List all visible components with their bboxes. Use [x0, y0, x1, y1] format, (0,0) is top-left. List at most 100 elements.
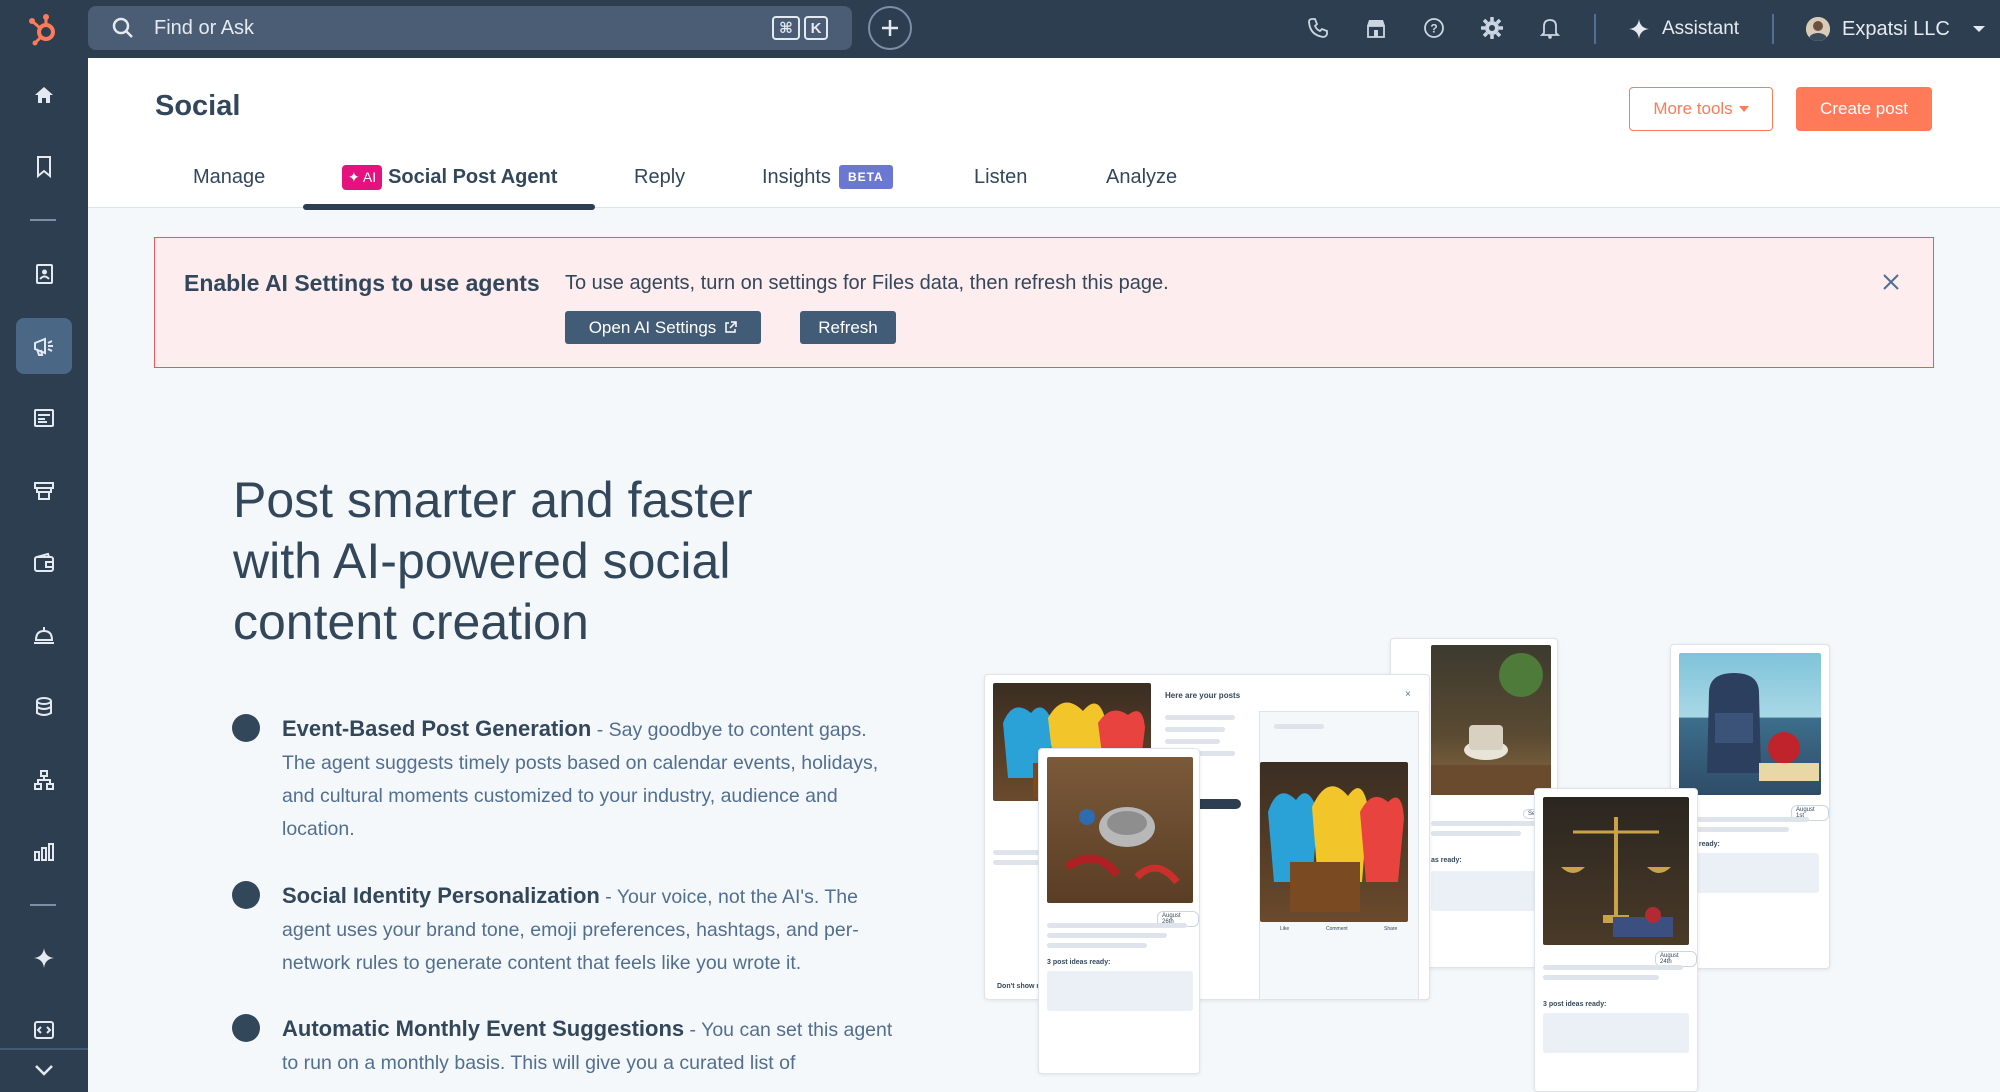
- sparkle-icon: [1629, 19, 1649, 39]
- open-ai-settings-label: Open AI Settings: [588, 317, 717, 337]
- tab-label: Manage: [193, 165, 266, 188]
- sidebar-item-breeze[interactable]: [16, 930, 72, 986]
- text-line: [1431, 821, 1541, 826]
- sidebar-item-data[interactable]: [16, 679, 72, 735]
- tab-label: Analyze: [1106, 165, 1178, 188]
- bullet-icon: [232, 1014, 260, 1042]
- database-icon: [36, 697, 52, 716]
- sidebar-item-home[interactable]: [16, 67, 72, 123]
- sidebar-item-commerce[interactable]: [16, 535, 72, 591]
- feature-item: Social Identity Personalization - Your v…: [232, 879, 892, 979]
- sidebar-item-content[interactable]: [16, 390, 72, 446]
- sidebar-divider: [30, 904, 56, 906]
- backpack-photo: [1679, 653, 1821, 795]
- sidebar-item-bookmarks[interactable]: [16, 139, 72, 195]
- text-line: [1543, 975, 1659, 980]
- sidebar-item-reporting[interactable]: [16, 824, 72, 880]
- ideas-box: [1679, 853, 1819, 893]
- hubspot-logo-icon[interactable]: [26, 12, 62, 48]
- close-icon: ×: [1405, 689, 1411, 700]
- workflow-icon: [34, 770, 54, 790]
- assistant-button[interactable]: Assistant: [1628, 14, 1739, 44]
- keyboard-shortcut-k: K: [804, 16, 828, 40]
- feature-item: Event-Based Post Generation - Say goodby…: [232, 712, 892, 842]
- sidebar-item-marketing[interactable]: [16, 318, 72, 374]
- tab-label: Reply: [634, 165, 686, 188]
- justice-scales-photo: [1543, 797, 1689, 945]
- search-icon: [112, 17, 133, 38]
- close-icon[interactable]: [1879, 270, 1903, 294]
- tab-insights[interactable]: Insights BETA: [762, 162, 893, 192]
- tab-listen[interactable]: Listen: [974, 162, 1027, 192]
- sidebar-item-service[interactable]: [16, 607, 72, 663]
- sidebar-expand-button[interactable]: [16, 1050, 72, 1090]
- feature-text: Automatic Monthly Event Suggestions - Yo…: [282, 1012, 892, 1080]
- code-icon: [34, 1021, 54, 1039]
- bullet-icon: [232, 714, 260, 742]
- bookmark-icon: [37, 156, 51, 179]
- page-header: Social More tools Create post Manage ✦ A…: [88, 58, 2000, 210]
- beta-badge: BETA: [838, 165, 893, 189]
- alert-title: Enable AI Settings to use agents: [184, 270, 540, 296]
- feature-title: Social Identity Personalization: [282, 883, 600, 908]
- search-placeholder: Find or Ask: [154, 16, 255, 39]
- chili-photo: [1047, 757, 1193, 903]
- open-ai-settings-button[interactable]: Open AI Settings: [565, 311, 761, 344]
- sales-funnel-icon: [34, 482, 54, 500]
- hero-heading: Post smarter and faster with AI-powered …: [233, 472, 753, 650]
- account-menu[interactable]: Expatsi LLC: [1806, 12, 1986, 46]
- avatar: [1806, 17, 1830, 41]
- post-preview: Like Comment Share: [1259, 711, 1419, 999]
- text-line: [1047, 943, 1147, 948]
- chevron-down-icon: [35, 1065, 53, 1076]
- feature-title: Automatic Monthly Event Suggestions: [282, 1016, 685, 1041]
- tea-photo: [1431, 645, 1551, 795]
- bar-chart-icon: [34, 843, 54, 861]
- create-post-button[interactable]: Create post: [1796, 87, 1932, 131]
- sidebar-item-automation[interactable]: [16, 752, 72, 808]
- alert-message: To use agents, turn on settings for File…: [565, 272, 1169, 294]
- sidebar: [0, 58, 88, 1092]
- panel-title: Here are your posts: [1165, 691, 1241, 700]
- text-line: [1047, 933, 1167, 938]
- refresh-button[interactable]: Refresh: [800, 311, 896, 344]
- quick-create-button[interactable]: [868, 6, 912, 50]
- tab-label: Listen: [974, 165, 1028, 188]
- notifications-bell-icon[interactable]: [1536, 14, 1564, 42]
- tab-label: Insights: [762, 165, 831, 188]
- ai-settings-alert: Enable AI Settings to use agents To use …: [154, 237, 1934, 368]
- topbar-divider: [1594, 14, 1596, 44]
- settings-gear-icon[interactable]: [1478, 14, 1506, 42]
- sidebar-item-contacts[interactable]: [16, 246, 72, 302]
- keyboard-shortcut-cmd: ⌘: [772, 16, 800, 40]
- tab-reply[interactable]: Reply: [634, 162, 685, 192]
- more-tools-button[interactable]: More tools: [1629, 87, 1773, 131]
- cupcakes-photo: [1260, 762, 1408, 922]
- ideas-box: [1543, 1013, 1689, 1053]
- feature-title: Event-Based Post Generation: [282, 716, 592, 741]
- active-tab-indicator: [303, 204, 595, 210]
- marketplace-icon[interactable]: [1362, 14, 1390, 42]
- svg-text:?: ?: [1430, 22, 1437, 36]
- tab-analyze[interactable]: Analyze: [1106, 162, 1177, 192]
- topbar-divider: [1772, 14, 1774, 44]
- text-line: [1047, 923, 1187, 928]
- ideas-label: 3 post ideas ready:: [1543, 1001, 1607, 1008]
- comment-label: Comment: [1326, 926, 1348, 932]
- global-search-bar[interactable]: Find or Ask ⌘ K: [88, 6, 852, 50]
- tab-social-post-agent[interactable]: ✦ AI Social Post Agent: [342, 162, 557, 192]
- external-link-icon: [725, 321, 738, 333]
- phone-icon[interactable]: [1304, 14, 1332, 42]
- home-icon: [35, 87, 53, 103]
- ideas-box: [1431, 871, 1549, 911]
- text-line: [1543, 965, 1683, 970]
- service-bell-icon: [34, 627, 54, 644]
- account-name: Expatsi LLC: [1842, 17, 1950, 40]
- sidebar-item-sales[interactable]: [16, 463, 72, 519]
- preview-card: August 26th 3 post ideas ready:: [1038, 748, 1200, 1074]
- text-line: [1165, 727, 1225, 732]
- feature-text: Event-Based Post Generation - Say goodby…: [282, 712, 902, 846]
- sparkle-icon: [34, 948, 54, 968]
- help-icon[interactable]: ?: [1420, 14, 1448, 42]
- tab-manage[interactable]: Manage: [193, 162, 265, 192]
